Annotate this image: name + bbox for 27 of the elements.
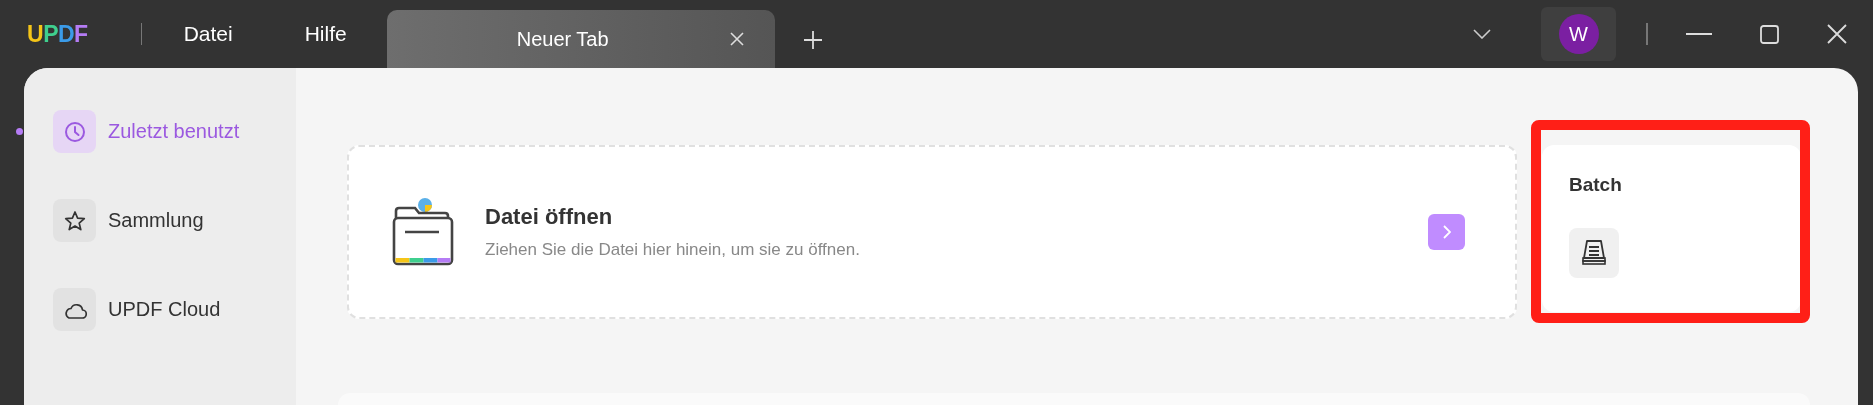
star-icon — [63, 209, 86, 232]
menu-item[interactable]: Datei — [173, 18, 243, 50]
batch-card[interactable]: Batch — [1542, 145, 1801, 312]
selection-dot — [16, 128, 23, 135]
chevron-right-icon — [1442, 225, 1451, 239]
plus-icon[interactable] — [802, 30, 823, 50]
close-icon[interactable] — [728, 31, 745, 47]
document-tab[interactable]: Neuer Tab — [386, 10, 775, 68]
tab-label: Neuer Tab — [516, 27, 610, 51]
menu-item[interactable]: Hilfe — [294, 18, 357, 50]
card-description: Ziehen Sie die Datei hier hinein, um sie zu öffnen. — [485, 240, 860, 260]
maximize-icon[interactable] — [1760, 24, 1779, 44]
sidebar-item[interactable]: Sammlung — [24, 199, 296, 242]
minimize-icon[interactable] — [1686, 32, 1712, 36]
folder-icon — [391, 196, 455, 268]
close-icon[interactable] — [1827, 24, 1847, 44]
sidebar-item[interactable]: UPDF Cloud — [24, 288, 296, 331]
chevron-down-icon[interactable] — [1473, 29, 1491, 39]
app-logo: UPDF — [27, 20, 88, 48]
clock-icon — [63, 120, 86, 143]
avatar: W — [1558, 14, 1599, 54]
open-file-card[interactable]: Datei öffnen Ziehen Sie die Datei hier hinein, um sie zu öffnen. — [347, 145, 1517, 319]
card-title: Batch — [1569, 174, 1623, 196]
sidebar-item[interactable]: Zuletzt benutzt — [24, 110, 296, 153]
card-title: Datei öffnen — [485, 204, 614, 230]
account-button[interactable]: W — [1541, 7, 1616, 61]
stack-icon — [1579, 238, 1609, 268]
